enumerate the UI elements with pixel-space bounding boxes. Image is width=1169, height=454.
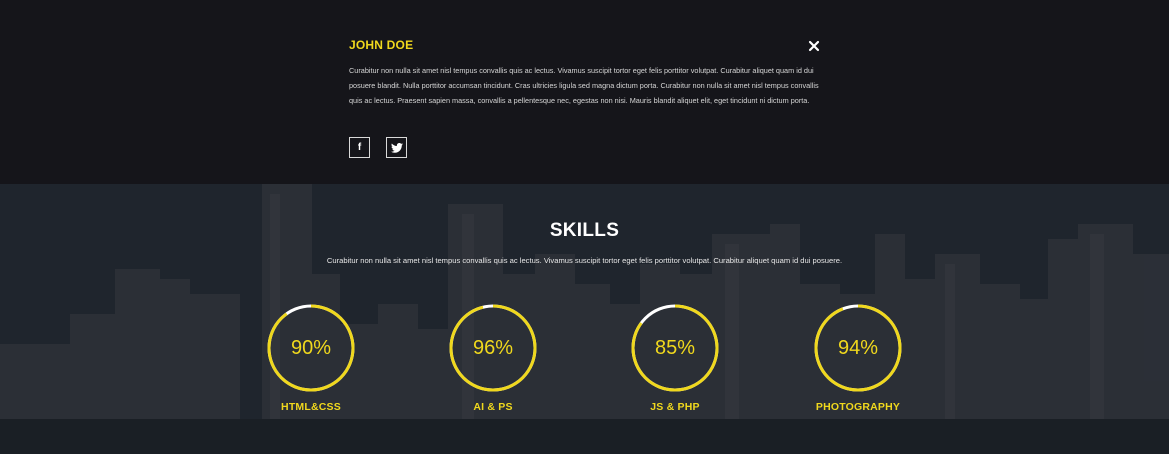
skill-label: PHOTOGRAPHY	[815, 401, 901, 413]
skills-section: SKILLS Curabitur non nulla sit amet nisl…	[0, 184, 1169, 454]
profile-panel: JOHN DOE Curabitur non nulla sit amet ni…	[0, 0, 1169, 184]
skill-label: JS & PHP	[650, 401, 700, 413]
facebook-icon: f	[357, 141, 362, 153]
skill-js-php: 85% JS & PHP	[630, 303, 720, 423]
twitter-button[interactable]	[386, 137, 407, 158]
close-icon	[808, 40, 820, 52]
skill-label: AI & PS	[473, 401, 513, 413]
skills-title: SKILLS	[549, 220, 620, 241]
skill-percent: 94%	[837, 337, 879, 359]
twitter-icon	[390, 142, 403, 153]
profile-bio: Curabitur non nulla sit amet nisl tempus…	[349, 66, 819, 106]
facebook-button[interactable]: f	[349, 137, 370, 158]
skill-html-css: 90% HTML&CSS	[266, 303, 356, 423]
skill-percent: 96%	[472, 337, 514, 359]
skills-subtitle: Curabitur non nulla sit amet nisl tempus…	[326, 256, 843, 265]
skill-percent: 90%	[290, 337, 332, 359]
close-button[interactable]	[806, 38, 822, 54]
skill-label: HTML&CSS	[281, 401, 341, 413]
skill-ai-ps: 96% AI & PS	[448, 303, 538, 423]
skill-photography: 94% PHOTOGRAPHY	[813, 303, 903, 423]
profile-name: JOHN DOE	[349, 38, 414, 52]
skill-percent: 85%	[654, 337, 696, 359]
